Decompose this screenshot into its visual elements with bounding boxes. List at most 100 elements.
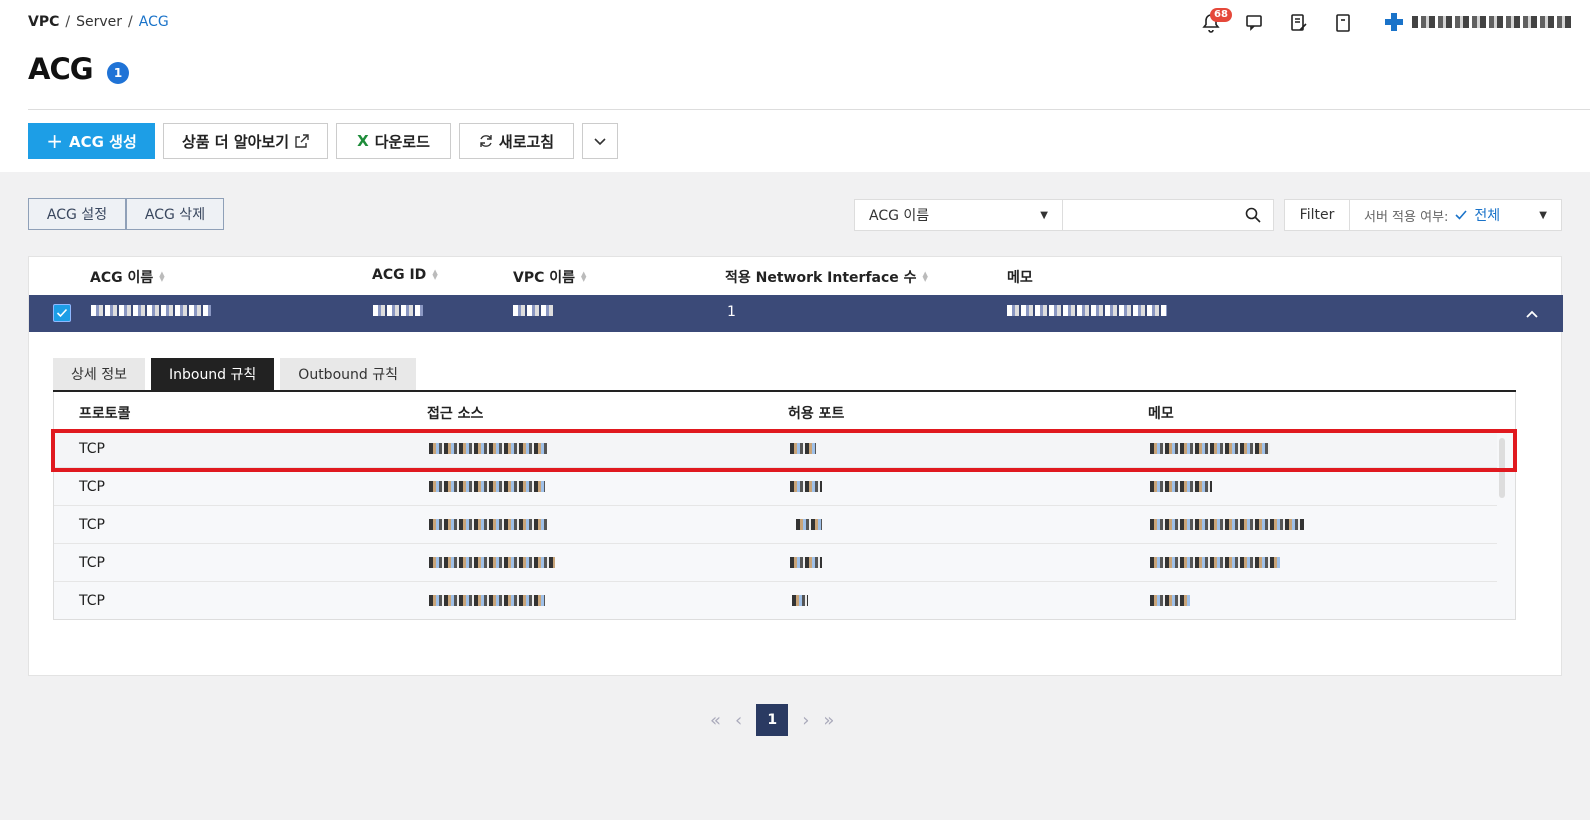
next-page-icon[interactable]: ›: [802, 710, 809, 731]
page-title: ACG: [28, 52, 94, 86]
caret-down-icon: ▼: [1539, 209, 1547, 221]
port-redacted: [790, 481, 822, 492]
check-icon: [1455, 210, 1468, 220]
port-redacted: [796, 519, 822, 530]
server-applied-filter-select[interactable]: 서버 적용 여부: 전체 ▼: [1350, 199, 1562, 231]
chat-button[interactable]: [1242, 10, 1268, 36]
tab-detail-info[interactable]: 상세 정보: [53, 358, 145, 390]
column-header-protocol: 프로토콜: [79, 406, 131, 422]
table-row-selected[interactable]: 1: [29, 295, 1563, 332]
table-row[interactable]: TCP: [54, 506, 1497, 544]
current-page[interactable]: 1: [756, 704, 789, 736]
protocol-cell: TCP: [79, 441, 105, 457]
notification-button[interactable]: 68: [1198, 8, 1232, 36]
protocol-cell: TCP: [79, 593, 105, 609]
column-label: 메모: [1007, 270, 1033, 286]
refresh-label: 새로고침: [498, 132, 555, 151]
check-icon: [56, 308, 68, 318]
acg-name-redacted: [91, 305, 211, 316]
chat-icon: [1246, 15, 1262, 31]
more-actions-button[interactable]: [582, 123, 618, 159]
table-row[interactable]: TCP: [54, 468, 1497, 506]
memo-redacted: [1150, 443, 1270, 454]
download-button[interactable]: X 다운로드: [336, 123, 451, 159]
learn-more-label: 상품 더 알아보기: [181, 132, 290, 151]
title-count-badge: 1: [107, 62, 129, 84]
acg-id-redacted: [373, 305, 423, 316]
protocol-cell: TCP: [79, 555, 105, 571]
refresh-icon: [480, 135, 492, 147]
protocol-cell: TCP: [79, 479, 105, 495]
detail-tabs: 상세 정보 Inbound 규칙 Outbound 규칙: [53, 358, 416, 390]
search-box: [1063, 199, 1274, 231]
create-acg-button[interactable]: + ACG 생성: [28, 123, 155, 159]
port-redacted: [790, 557, 822, 568]
table-row[interactable]: TCP: [54, 544, 1497, 582]
source-redacted: [429, 519, 547, 530]
acg-table-panel: ACG 이름 ▲ ▼ ACG ID ▲ ▼ VPC 이름 ▲ ▼ 적용 Network In…: [28, 256, 1563, 676]
chevron-down-icon: [594, 138, 606, 146]
header-area: VPC / Server / ACG ACG 1 68 + ACG 생성 상품 …: [0, 0, 1590, 172]
filter-field-label: 서버 적용 여부:: [1364, 209, 1449, 225]
column-label: ACG 이름: [90, 270, 154, 286]
column-header-acg-id[interactable]: ACG ID ▲ ▼: [372, 267, 438, 283]
filter-button[interactable]: Filter: [1284, 199, 1350, 231]
breadcrumb-acg[interactable]: ACG: [139, 14, 169, 30]
chevron-up-icon[interactable]: [1525, 307, 1539, 321]
column-label: VPC 이름: [513, 270, 576, 286]
pagination: « ‹ 1 › »: [710, 704, 834, 736]
sort-icon: ▲ ▼: [432, 268, 438, 281]
acg-settings-button[interactable]: ACG 설정: [28, 198, 126, 230]
vpc-name-redacted: [513, 305, 553, 316]
source-redacted: [429, 595, 545, 606]
column-label: ACG ID: [372, 267, 427, 283]
column-header-vpc-name[interactable]: VPC 이름 ▲ ▼: [513, 267, 586, 287]
source-redacted: [429, 481, 545, 492]
tab-outbound-rules[interactable]: Outbound 규칙: [280, 358, 416, 390]
edit-note-icon: [1291, 14, 1307, 31]
search-field-select[interactable]: ACG 이름 ▼: [854, 199, 1063, 231]
scrollbar[interactable]: [1499, 438, 1505, 498]
memo-redacted: [1150, 481, 1212, 492]
port-redacted: [790, 443, 816, 454]
column-header-ni-count[interactable]: 적용 Network Interface 수 ▲ ▼: [725, 267, 928, 287]
inbound-rules-table: 프로토콜 접근 소스 허용 포트 메모 TCP TCP TCP TCP TCP: [53, 392, 1516, 620]
breadcrumb-server[interactable]: Server: [76, 14, 122, 30]
guide-button[interactable]: [1330, 10, 1356, 36]
caret-down-icon: ▼: [1040, 209, 1048, 221]
breadcrumb-vpc[interactable]: VPC: [28, 14, 59, 30]
row-checkbox[interactable]: [53, 304, 71, 322]
last-page-icon[interactable]: »: [823, 710, 834, 731]
column-header-memo: 메모: [1148, 406, 1174, 422]
table-header: ACG 이름 ▲ ▼ ACG ID ▲ ▼ VPC 이름 ▲ ▼ 적용 Network In…: [29, 257, 1561, 295]
memo-button[interactable]: [1286, 10, 1312, 36]
learn-more-button[interactable]: 상품 더 알아보기: [163, 123, 328, 159]
search-input[interactable]: [1063, 200, 1233, 230]
source-redacted: [429, 443, 547, 454]
column-label: 적용 Network Interface 수: [725, 270, 917, 286]
acg-delete-button[interactable]: ACG 삭제: [126, 198, 224, 230]
port-redacted: [792, 595, 808, 606]
user-menu[interactable]: [1384, 12, 1572, 32]
column-header-acg-name[interactable]: ACG 이름 ▲ ▼: [90, 267, 165, 287]
table-row[interactable]: TCP: [54, 430, 1497, 468]
search-icon[interactable]: [1245, 207, 1261, 223]
table-row[interactable]: TCP: [54, 582, 1497, 619]
notification-count-badge: 68: [1210, 8, 1232, 22]
memo-redacted: [1007, 305, 1167, 316]
refresh-button[interactable]: 새로고침: [459, 123, 574, 159]
first-page-icon[interactable]: «: [710, 710, 721, 731]
breadcrumb: VPC / Server / ACG: [28, 14, 169, 30]
inbound-table-header: 프로토콜 접근 소스 허용 포트 메모: [54, 392, 1515, 430]
memo-redacted: [1150, 519, 1304, 530]
prev-page-icon[interactable]: ‹: [735, 710, 742, 731]
sort-icon: ▲ ▼: [581, 270, 587, 283]
filter-value: 전체: [1474, 208, 1501, 224]
tab-inbound-rules[interactable]: Inbound 규칙: [150, 358, 275, 390]
protocol-cell: TCP: [79, 517, 105, 533]
column-header-port: 허용 포트: [788, 406, 845, 422]
memo-redacted: [1150, 557, 1280, 568]
breadcrumb-separator: /: [65, 14, 71, 30]
source-redacted: [429, 557, 555, 568]
search-field-label: ACG 이름: [869, 208, 930, 224]
